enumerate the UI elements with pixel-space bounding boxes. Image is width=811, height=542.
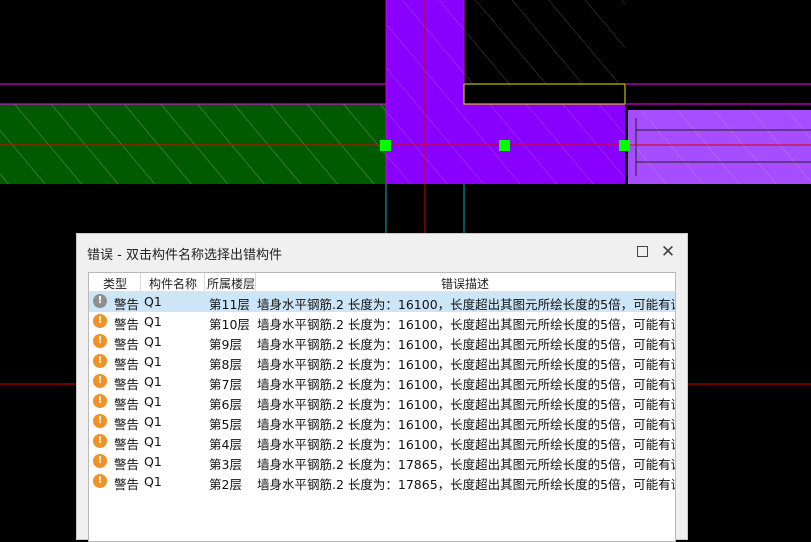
column-header-type[interactable]: 类型 xyxy=(103,275,127,292)
list-header: 类型 构件名称 所属楼层 错误描述 xyxy=(89,273,675,292)
cell-component-name[interactable]: Q1 xyxy=(144,474,162,489)
table-row[interactable]: ! 警告 Q1 第4层 墙身水平钢筋.2 长度为：16100，长度超出其图元所绘长度的5… xyxy=(89,432,675,452)
cell-description: 墙身水平钢筋.2 长度为：17865，长度超出其图元所绘长度的5倍，可能有误..… xyxy=(257,477,675,492)
cell-description: 墙身水平钢筋.2 长度为：16100，长度超出其图元所绘长度的5倍，可能有误..… xyxy=(257,317,675,332)
table-row[interactable]: ! 警告 Q1 第5层 墙身水平钢筋.2 长度为：16100，长度超出其图元所绘长度的5… xyxy=(89,412,675,432)
cell-type: 警告 xyxy=(114,417,140,432)
grip-handle[interactable] xyxy=(380,140,391,151)
close-button[interactable]: ✕ xyxy=(659,243,677,261)
cell-component-name[interactable]: Q1 xyxy=(144,394,162,409)
cell-description: 墙身水平钢筋.2 长度为：16100，长度超出其图元所绘长度的5倍，可能有误..… xyxy=(257,397,675,412)
warning-icon: ! xyxy=(93,474,107,488)
dialog-titlebar[interactable]: 错误 - 双击构件名称选择出错构件 ✕ xyxy=(77,234,687,270)
cell-component-name[interactable]: Q1 xyxy=(144,434,162,449)
cell-floor: 第2层 xyxy=(209,477,242,492)
dialog-title: 错误 - 双击构件名称选择出错构件 xyxy=(87,248,282,263)
cell-type: 警告 xyxy=(114,377,140,392)
cell-floor: 第8层 xyxy=(209,357,242,372)
table-row[interactable]: ! 警告 Q1 第7层 墙身水平钢筋.2 长度为：16100，长度超出其图元所绘长度的5… xyxy=(89,372,675,392)
column-header-desc[interactable]: 错误描述 xyxy=(441,275,489,292)
cell-type: 警告 xyxy=(114,337,140,352)
cell-floor: 第5层 xyxy=(209,417,242,432)
cell-floor: 第9层 xyxy=(209,337,242,352)
cell-component-name[interactable]: Q1 xyxy=(144,294,162,309)
maximize-icon xyxy=(636,246,648,257)
cell-description: 墙身水平钢筋.2 长度为：16100，长度超出其图元所绘长度的5倍，可能有误..… xyxy=(257,357,675,372)
cell-description: 墙身水平钢筋.2 长度为：17865，长度超出其图元所绘长度的5倍，可能有误..… xyxy=(257,457,675,472)
table-row[interactable]: ! 警告 Q1 第8层 墙身水平钢筋.2 长度为：16100，长度超出其图元所绘长度的5… xyxy=(89,352,675,372)
cell-component-name[interactable]: Q1 xyxy=(144,354,162,369)
warning-icon: ! xyxy=(93,434,107,448)
cell-type: 警告 xyxy=(114,297,140,312)
table-row[interactable]: ! 警告 Q1 第9层 墙身水平钢筋.2 长度为：16100，长度超出其图元所绘长度的5… xyxy=(89,332,675,352)
maximize-button[interactable] xyxy=(633,243,651,261)
cell-floor: 第11层 xyxy=(209,297,250,312)
grip-handle[interactable] xyxy=(499,140,510,151)
cell-component-name[interactable]: Q1 xyxy=(144,334,162,349)
cell-type: 警告 xyxy=(114,437,140,452)
warning-icon: ! xyxy=(93,334,107,348)
warning-icon: ! xyxy=(93,374,107,388)
cell-description: 墙身水平钢筋.2 长度为：16100，长度超出其图元所绘长度的5倍，可能有误..… xyxy=(257,417,675,432)
table-row[interactable]: ! 警告 Q1 第2层 墙身水平钢筋.2 长度为：17865，长度超出其图元所绘长度的5… xyxy=(89,472,675,492)
cell-floor: 第7层 xyxy=(209,377,242,392)
cell-description: 墙身水平钢筋.2 长度为：16100，长度超出其图元所绘长度的5倍，可能有误..… xyxy=(257,377,675,392)
warning-icon: ! xyxy=(93,394,107,408)
cell-floor: 第3层 xyxy=(209,457,242,472)
grip-handle[interactable] xyxy=(619,140,630,151)
warning-icon: ! xyxy=(93,414,107,428)
warning-icon: ! xyxy=(93,294,107,308)
warning-icon: ! xyxy=(93,354,107,368)
table-row[interactable]: ! 警告 Q1 第10层 墙身水平钢筋.2 长度为：16100，长度超出其图元所绘长度的… xyxy=(89,312,675,332)
error-list[interactable]: 类型 构件名称 所属楼层 错误描述 ! 警告 Q1 第11层 墙身水平钢筋.2 长度为：… xyxy=(88,272,676,542)
cell-description: 墙身水平钢筋.2 长度为：16100，长度超出其图元所绘长度的5倍，可能有误..… xyxy=(257,337,675,352)
cell-component-name[interactable]: Q1 xyxy=(144,454,162,469)
cell-description: 墙身水平钢筋.2 长度为：16100，长度超出其图元所绘长度的5倍，可能有误..… xyxy=(257,437,675,452)
table-row[interactable]: ! 警告 Q1 第6层 墙身水平钢筋.2 长度为：16100，长度超出其图元所绘长度的5… xyxy=(89,392,675,412)
cell-floor: 第6层 xyxy=(209,397,242,412)
cell-type: 警告 xyxy=(114,477,140,492)
cell-type: 警告 xyxy=(114,457,140,472)
cell-type: 警告 xyxy=(114,317,140,332)
cell-description: 墙身水平钢筋.2 长度为：16100，长度超出其图元所绘长度的5倍，可能有误..… xyxy=(257,297,675,312)
cell-type: 警告 xyxy=(114,357,140,372)
table-row[interactable]: ! 警告 Q1 第3层 墙身水平钢筋.2 长度为：17865，长度超出其图元所绘长度的5… xyxy=(89,452,675,472)
warning-icon: ! xyxy=(93,454,107,468)
cell-component-name[interactable]: Q1 xyxy=(144,314,162,329)
cell-component-name[interactable]: Q1 xyxy=(144,374,162,389)
column-header-name[interactable]: 构件名称 xyxy=(149,275,197,292)
column-header-floor[interactable]: 所属楼层 xyxy=(207,275,255,292)
cell-type: 警告 xyxy=(114,397,140,412)
table-row[interactable]: ! 警告 Q1 第11层 墙身水平钢筋.2 长度为：16100，长度超出其图元所绘长度的… xyxy=(89,292,675,312)
cell-floor: 第10层 xyxy=(209,317,250,332)
warning-icon: ! xyxy=(93,314,107,328)
cell-floor: 第4层 xyxy=(209,437,242,452)
error-dialog: 错误 - 双击构件名称选择出错构件 ✕ 类型 构件名称 所属楼层 错误描述 ! 警… xyxy=(76,233,688,542)
cell-component-name[interactable]: Q1 xyxy=(144,414,162,429)
